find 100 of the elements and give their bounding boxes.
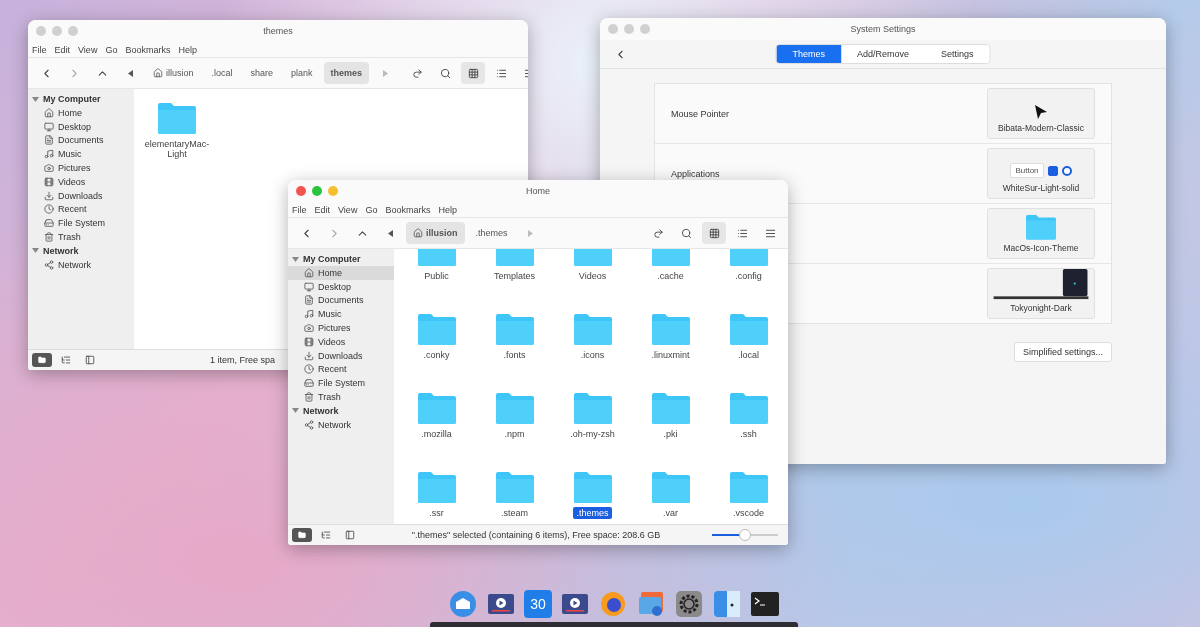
camera-icon — [44, 163, 54, 174]
caret-icon[interactable] — [32, 247, 39, 255]
file-name[interactable]: .conky — [420, 349, 453, 362]
sidebar-item[interactable]: Recent — [288, 362, 394, 377]
folder-icon — [573, 393, 612, 425]
file-name[interactable]: .linuxmint — [648, 349, 693, 362]
trash-icon — [304, 392, 314, 403]
file-name[interactable]: .oh-my-zsh — [567, 428, 618, 441]
breadcrumb[interactable]: .themes — [468, 222, 515, 244]
sidebar-item[interactable]: Documents — [288, 293, 394, 308]
caret-icon[interactable] — [292, 255, 299, 263]
file-name[interactable]: Templates — [491, 270, 538, 283]
breadcrumb[interactable]: .local — [204, 62, 240, 84]
file-name[interactable]: .themes — [573, 507, 612, 520]
folder-icon — [651, 472, 690, 504]
menu-item[interactable]: Edit — [54, 44, 71, 55]
file-name[interactable]: .fonts — [500, 349, 529, 362]
breadcrumb[interactable]: illusion — [406, 222, 465, 244]
sidebar-item[interactable]: Home — [28, 106, 134, 120]
file-name[interactable]: .local — [735, 349, 762, 362]
sidebar-item[interactable]: Desktop — [28, 119, 134, 134]
redo-icon — [652, 227, 664, 239]
menu-item[interactable]: Bookmarks — [385, 204, 431, 215]
menu-item[interactable]: File — [292, 204, 307, 215]
sidebar-heading: My Computer — [303, 254, 361, 264]
breadcrumb[interactable]: illusion — [146, 62, 201, 84]
file-name[interactable]: Videos — [575, 270, 610, 283]
sidebar-item[interactable]: Pictures — [288, 321, 394, 335]
file-name[interactable]: .npm — [501, 428, 528, 441]
file-name[interactable]: .pki — [660, 428, 681, 441]
breadcrumb[interactable]: share — [243, 62, 281, 84]
sidebar-item[interactable]: Downloads — [288, 348, 394, 363]
file-name[interactable]: .steam — [498, 507, 531, 520]
sidebar-item[interactable]: Pictures — [28, 161, 134, 175]
file-name[interactable]: .vscode — [730, 507, 767, 520]
sidebar-icon — [345, 530, 355, 540]
file-name[interactable]: .mozilla — [418, 428, 455, 441]
browser-icon[interactable] — [598, 589, 628, 619]
theme-picker-button[interactable]: Tokyonight-Dark — [987, 268, 1095, 319]
file-name[interactable]: .cache — [654, 270, 687, 283]
menu-item[interactable]: Edit — [314, 204, 331, 215]
camera-icon — [304, 323, 314, 334]
simplified-settings-button[interactable]: Simplified settings... — [1013, 342, 1112, 362]
triangle-right-icon — [382, 69, 388, 77]
caret-icon[interactable] — [32, 95, 39, 103]
tree-icon — [321, 530, 331, 540]
sidebar-item[interactable]: Network — [28, 257, 134, 272]
settings-icon[interactable] — [674, 589, 704, 619]
menu-item[interactable]: File — [32, 44, 47, 55]
sidebar-item[interactable]: File System — [28, 216, 134, 231]
file-name[interactable]: .ssr — [426, 507, 447, 520]
sidebar-item[interactable]: Home — [288, 266, 394, 280]
menu-item[interactable]: Help — [178, 44, 197, 55]
window-control-button[interactable] — [296, 186, 306, 196]
tab[interactable]: Themes — [776, 45, 841, 63]
file-name[interactable]: Public — [421, 270, 452, 283]
sidebar-item[interactable]: Music — [288, 307, 394, 322]
file-manager-icon[interactable] — [712, 589, 742, 619]
menu-item[interactable]: View — [78, 44, 98, 55]
photos-icon[interactable] — [636, 589, 666, 619]
calendar-icon[interactable]: 30 — [524, 590, 552, 618]
window-control-button[interactable] — [312, 186, 322, 196]
places-button[interactable] — [292, 528, 312, 542]
grid-view-button[interactable] — [702, 222, 726, 244]
sidebar-item[interactable]: Documents — [28, 133, 134, 148]
sidebar-item[interactable]: Network — [288, 417, 394, 432]
status-text: 1 item, Free spa — [210, 355, 276, 365]
setting-label: Mouse Pointer — [671, 108, 730, 119]
slider-thumb[interactable] — [739, 529, 751, 541]
status-text: ".themes" selected (containing 6 items), Free space: 208.6 GB — [411, 530, 661, 540]
file-name[interactable]: .var — [660, 507, 681, 520]
menu-item[interactable]: Go — [365, 204, 378, 215]
menu-item[interactable]: Help — [438, 204, 457, 215]
places-button[interactable] — [32, 353, 52, 367]
mail-app-icon[interactable] — [448, 589, 478, 619]
sidebar-item[interactable]: File System — [288, 376, 394, 391]
file-name[interactable]: .ssh — [737, 428, 760, 441]
sidebar-item[interactable]: Videos — [28, 175, 134, 189]
file-name[interactable]: elementaryMac-Light — [141, 138, 213, 161]
sidebar-item[interactable]: Music — [28, 147, 134, 162]
menu-item[interactable]: View — [338, 204, 358, 215]
sidebar-item[interactable]: Downloads — [28, 188, 134, 203]
file-name[interactable]: .icons — [577, 349, 608, 362]
grid-view-button[interactable] — [461, 62, 486, 84]
sidebar-item[interactable]: Desktop — [288, 279, 394, 294]
sidebar-item[interactable]: Trash — [288, 390, 394, 404]
menu-item[interactable]: Go — [105, 44, 118, 55]
sidebar-item[interactable]: Recent — [28, 202, 134, 217]
breadcrumb[interactable]: plank — [284, 62, 320, 84]
theme-picker-button[interactable]: Bibata-Modern-Classic — [987, 88, 1095, 139]
sidebar-item[interactable]: Videos — [288, 335, 394, 349]
theme-picker-button[interactable]: MacOs-Icon-Theme — [987, 208, 1095, 259]
breadcrumb[interactable]: themes — [323, 62, 370, 84]
menu-item[interactable]: Bookmarks — [125, 44, 171, 55]
sidebar-item[interactable]: Trash — [28, 230, 134, 244]
window-title: Home — [525, 186, 551, 196]
caret-icon[interactable] — [292, 407, 299, 415]
theme-picker-button[interactable]: Button WhiteSur-Light-solid — [987, 148, 1095, 199]
file-name[interactable]: .config — [732, 270, 765, 283]
terminal-icon[interactable] — [750, 589, 780, 619]
